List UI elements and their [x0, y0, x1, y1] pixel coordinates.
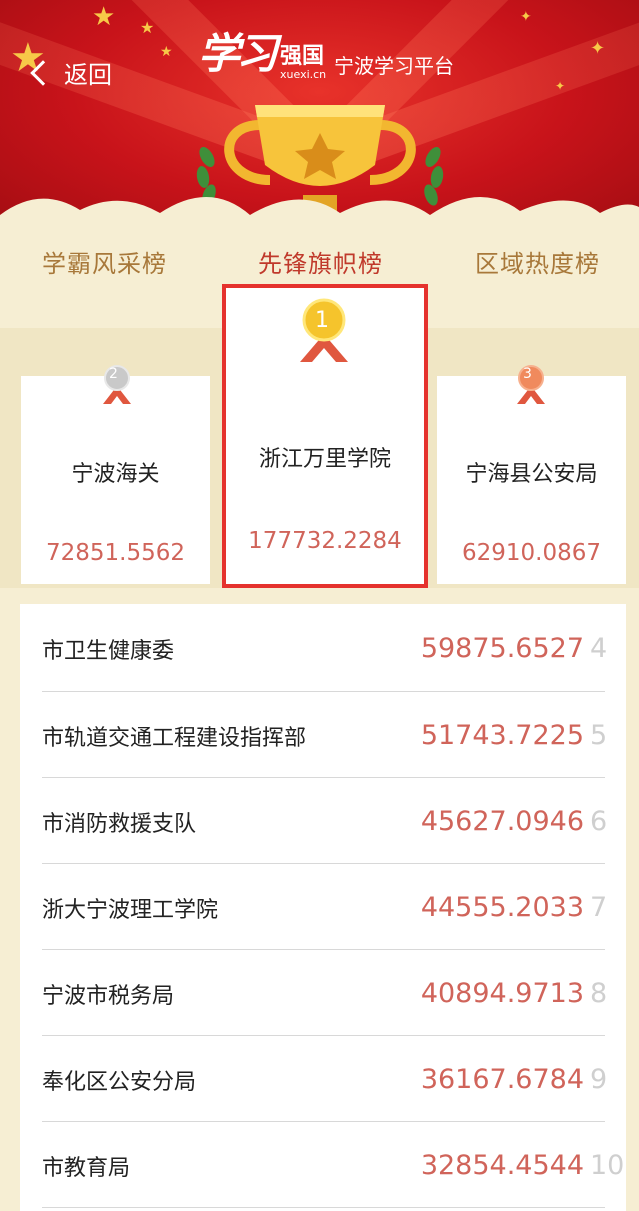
star-icon: ✦	[520, 9, 532, 25]
podium-card-second[interactable]: 2 宁波海关 72851.5562	[21, 365, 210, 584]
podium-name: 宁海县公安局	[465, 462, 598, 487]
podium-name: 浙江万里学院	[258, 447, 391, 472]
list-item-rank: 8	[590, 978, 608, 1009]
podium-card-third[interactable]: 3 宁海县公安局 62910.0867	[437, 365, 626, 584]
list-item-name: 市卫生健康委	[42, 638, 175, 664]
ranking-tabs: 学霸风采榜 先锋旗帜榜 区域热度榜	[0, 236, 639, 286]
list-item[interactable]: 市卫生健康委 59875.6527 4	[42, 605, 626, 692]
list-item[interactable]: 市轨道交通工程建设指挥部 51743.7225 5	[42, 692, 626, 779]
list-item-name: 奉化区公安分局	[42, 1069, 197, 1095]
list-item-score: 40894.9713	[420, 978, 584, 1009]
tab-region[interactable]: 区域热度榜	[475, 244, 600, 279]
list-item[interactable]: 奉化区公安分局 36167.6784 9	[42, 1036, 626, 1123]
list-item-rank: 4	[590, 633, 608, 664]
list-item-rank: 5	[590, 720, 608, 751]
list-item-score: 51743.7225	[420, 720, 584, 751]
podium-score: 72851.5562	[45, 540, 185, 566]
back-label: 返回	[64, 61, 112, 89]
logo-url: xuexi.cn	[280, 68, 327, 81]
divider	[42, 1207, 605, 1208]
tab-pioneer[interactable]: 先锋旗帜榜	[258, 244, 383, 279]
list-item-score: 32854.4544	[420, 1150, 584, 1181]
tab-xueba[interactable]: 学霸风采榜	[42, 244, 167, 279]
logo-main: 学习	[198, 29, 278, 78]
chevron-left-icon	[30, 59, 56, 86]
list-item[interactable]: 市消防救援支队 45627.0946 6	[42, 778, 626, 865]
ranking-list: 市卫生健康委 59875.6527 4 市轨道交通工程建设指挥部 51743.7…	[20, 604, 626, 1211]
logo-strong: 强国	[280, 44, 325, 69]
list-item-rank: 9	[590, 1064, 608, 1095]
list-item[interactable]: 浙大宁波理工学院 44555.2033 7	[42, 864, 626, 951]
list-item[interactable]: 宁波市税务局 40894.9713 8	[42, 950, 626, 1037]
list-item-score: 44555.2033	[420, 892, 584, 923]
xuexi-logo: 学习 强国 xuexi.cn	[198, 20, 326, 81]
list-item-rank: 10	[590, 1150, 625, 1181]
list-item-name: 浙大宁波理工学院	[42, 897, 219, 923]
star-icon: ★	[160, 44, 173, 60]
list-item-name: 宁波市税务局	[42, 983, 175, 1009]
list-item-name: 市轨道交通工程建设指挥部	[42, 725, 307, 751]
star-icon: ✦	[555, 79, 566, 93]
cloud-edge	[0, 196, 639, 230]
list-item-name: 市教育局	[42, 1155, 131, 1181]
podium-name: 宁波海关	[71, 462, 160, 487]
medal-rank: 2	[109, 366, 118, 382]
podium-score: 177732.2284	[248, 528, 402, 554]
medal-rank: 3	[523, 366, 532, 382]
list-item-score: 45627.0946	[420, 806, 584, 837]
list-item-rank: 6	[590, 806, 608, 837]
podium-card-first[interactable]: 1 浙江万里学院 177732.2284	[226, 288, 424, 584]
podium-score: 62910.0867	[461, 540, 601, 566]
list-item-score: 59875.6527	[420, 633, 584, 664]
list-item-rank: 7	[590, 892, 608, 923]
platform-title: 宁波学习平台	[334, 54, 454, 78]
list-item[interactable]: 市教育局 32854.4544 10	[42, 1122, 626, 1209]
list-item-score: 36167.6784	[420, 1064, 584, 1095]
list-item-name: 市消防救援支队	[42, 811, 197, 837]
back-button[interactable]: 返回	[28, 55, 112, 90]
star-icon: ★	[140, 18, 155, 37]
star-icon: ✦	[590, 38, 606, 59]
medal-rank: 1	[315, 308, 329, 333]
star-icon: ★	[92, 2, 116, 32]
header-banner: ★ ★ ★ ★ ✦ ✦ ✦ 返回 学习 强国 xuexi.cn 宁波学习平台	[0, 0, 639, 230]
